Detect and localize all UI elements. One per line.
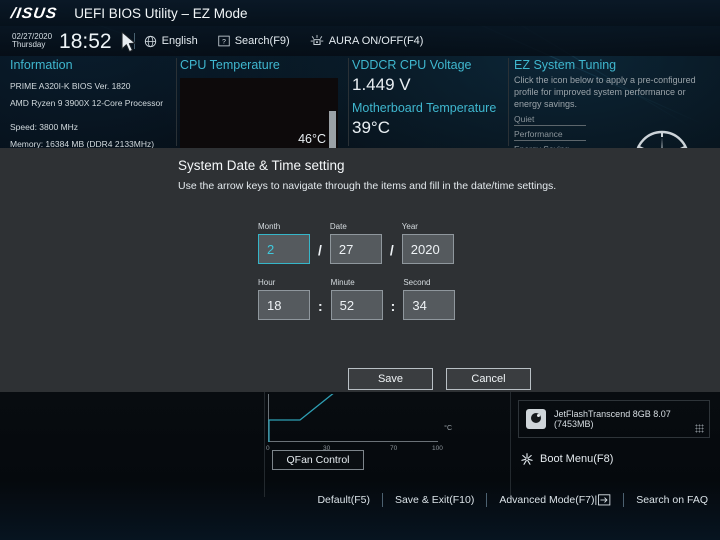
bios-screen: /ISUS UEFI BIOS Utility – EZ Mode 02/27/… [0, 0, 720, 540]
dialog-header: System Date & Time setting Use the arrow… [178, 158, 598, 194]
date-separator: / [318, 242, 322, 258]
dialog-title: System Date & Time setting [178, 158, 345, 173]
dialog-subtitle: Use the arrow keys to navigate through t… [178, 180, 557, 192]
date-separator: / [389, 242, 394, 258]
ez-tuning-description: Click the icon below to apply a pre-conf… [514, 75, 696, 109]
usb-drive-icon [526, 409, 546, 429]
voltage-heading: VDDCR CPU Voltage [352, 58, 472, 72]
page-title: UEFI BIOS Utility – EZ Mode [74, 5, 248, 21]
day-label: Date [329, 222, 347, 231]
second-label: Second [403, 278, 431, 287]
month-field-group: Month 2 [258, 222, 310, 264]
title-bar: /ISUS UEFI BIOS Utility – EZ Mode [0, 0, 720, 26]
information-panel: Information PRIME A320I-K BIOS Ver. 1820… [10, 58, 175, 149]
asus-logo: /ISUS [9, 4, 59, 22]
ez-tuning-panel: EZ System Tuning Click the icon below to… [514, 58, 714, 160]
second-input[interactable]: 34 [403, 290, 456, 320]
second-field-group: Second 34 [403, 278, 456, 320]
day-field-group: Date 27 [329, 222, 382, 264]
fan-tick-0: 0 [266, 445, 270, 452]
month-input[interactable]: 2 [258, 234, 310, 264]
divider [508, 58, 509, 146]
divider [486, 493, 488, 507]
motherboard-temp-heading: Motherboard Temperature [352, 101, 497, 115]
footer-advanced-mode-label: Advanced Mode(F7)| [499, 494, 598, 506]
aura-light-icon [310, 34, 324, 45]
ez-option-quiet[interactable]: Quiet [514, 114, 586, 126]
divider [264, 392, 265, 497]
voltage-panel: VDDCR CPU Voltage 1.449 V Motherboard Te… [352, 58, 502, 138]
divider [348, 58, 349, 146]
fan-unit-label: °C [444, 425, 452, 432]
cpu-info: AMD Ryzen 9 3900X 12-Core Processor [10, 98, 164, 108]
voltage-value: 1.449 V [352, 75, 411, 94]
footer-bar: Default(F5) Save & Exit(F10) Advanced Mo… [0, 488, 720, 512]
language-selector[interactable]: English [144, 35, 198, 48]
cpu-temperature-value: 46°C [298, 132, 326, 146]
hour-field-group: Hour 18 [258, 278, 310, 320]
globe-icon [144, 35, 156, 47]
enter-arrow-icon [598, 494, 611, 506]
boot-device-label: JetFlashTranscend 8GB 8.07 (7453MB) [554, 409, 671, 429]
cpu-temperature-panel: CPU Temperature 46°C [180, 58, 340, 150]
datetime-block[interactable]: 02/27/2020 Thursday [12, 32, 52, 50]
search-label: Search(F9) [234, 35, 290, 47]
date-time-fields: Month 2 / Date 27 / Year 2020 Hour 18 : … [258, 222, 456, 320]
language-label: English [161, 35, 198, 47]
svg-text:?: ? [222, 39, 226, 46]
cpu-temperature-graph: 46°C [180, 78, 338, 150]
minute-field-group: Minute 52 [330, 278, 383, 320]
footer-search-faq-button[interactable]: Search on FAQ [636, 494, 708, 506]
divider [176, 58, 177, 146]
boot-menu-label: Boot Menu(F8) [540, 453, 614, 465]
aura-toggle[interactable]: AURA ON/OFF(F4) [310, 34, 424, 48]
hour-label: Hour [258, 278, 276, 287]
day-input[interactable]: 27 [329, 234, 382, 264]
information-heading: Information [10, 58, 73, 72]
info-bar: 02/27/2020 Thursday 18:52 English ? Sear… [0, 26, 720, 56]
fan-curve-graph[interactable]: 0 30 70 100 °C [266, 394, 452, 452]
motherboard-temp-value: 39°C [352, 118, 390, 137]
current-weekday: Thursday [12, 40, 46, 49]
fan-tick-70: 70 [390, 445, 398, 452]
boot-burst-icon [521, 453, 533, 465]
divider [133, 33, 135, 49]
divider [381, 493, 383, 507]
footer-save-exit-button[interactable]: Save & Exit(F10) [395, 494, 474, 506]
month-label: Month [258, 222, 281, 231]
footer-advanced-mode-button[interactable]: Advanced Mode(F7)| [499, 494, 611, 506]
fan-tick-100: 100 [432, 445, 443, 452]
date-field-row: Month 2 / Date 27 / Year 2020 [258, 222, 455, 264]
ez-option-performance[interactable]: Performance [514, 129, 586, 141]
speed-info: Speed: 3800 MHz [10, 122, 79, 132]
qfan-control-button[interactable]: QFan Control [272, 450, 364, 470]
question-box-icon: ? [218, 35, 230, 47]
save-button[interactable]: Save [348, 368, 433, 390]
divider [510, 392, 511, 497]
time-field-row: Hour 18 : Minute 52 : Second 34 [258, 278, 456, 320]
drag-handle-icon[interactable] [695, 424, 704, 433]
hour-input[interactable]: 18 [258, 290, 310, 320]
aura-label: AURA ON/OFF(F4) [328, 35, 424, 47]
search-button[interactable]: ? Search(F9) [218, 35, 290, 47]
ez-tuning-heading: EZ System Tuning [514, 58, 617, 72]
minute-label: Minute [330, 278, 355, 287]
minute-input[interactable]: 52 [330, 290, 383, 320]
time-separator: : [390, 298, 396, 314]
cancel-button[interactable]: Cancel [446, 368, 531, 390]
year-field-group: Year 2020 [401, 222, 454, 264]
year-label: Year [401, 222, 418, 231]
boot-priority-device[interactable]: JetFlashTranscend 8GB 8.07 (7453MB) [518, 400, 710, 438]
current-time[interactable]: 18:52 [59, 30, 112, 54]
divider [623, 493, 625, 507]
dialog-buttons: Save Cancel [348, 368, 531, 390]
boot-menu-button[interactable]: Boot Menu(F8) [520, 452, 613, 466]
cpu-temperature-heading: CPU Temperature [180, 58, 280, 72]
fan-curve-line [268, 394, 334, 442]
time-separator: : [318, 298, 323, 314]
cpu-temperature-bar [329, 111, 336, 149]
year-input[interactable]: 2020 [401, 234, 454, 264]
footer-default-button[interactable]: Default(F5) [317, 494, 370, 506]
board-info: PRIME A320I-K BIOS Ver. 1820 [10, 81, 131, 91]
